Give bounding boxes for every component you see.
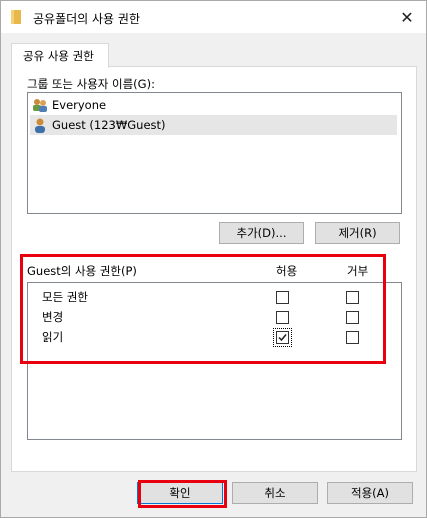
permissions-title: Guest의 사용 권한(P) xyxy=(27,264,137,278)
list-item-everyone[interactable]: Everyone xyxy=(30,95,397,115)
change-allow-checkbox[interactable] xyxy=(276,311,289,324)
tab-share-permissions[interactable]: 공유 사용 권한 xyxy=(11,43,109,68)
deny-header: 거부 xyxy=(347,264,369,278)
user-name: Everyone xyxy=(52,98,107,112)
remove-button[interactable]: 제거(R) xyxy=(315,222,400,244)
read-deny-checkbox[interactable] xyxy=(346,331,359,344)
ok-button[interactable]: 확인 xyxy=(137,482,223,504)
full-control-allow-checkbox[interactable] xyxy=(276,291,289,304)
read-allow-checkbox[interactable] xyxy=(273,328,292,347)
list-item-guest[interactable]: Guest (123₩Guest) xyxy=(30,115,397,135)
check-icon xyxy=(278,334,287,342)
user-icon xyxy=(32,117,48,133)
close-button[interactable]: ✕ xyxy=(393,5,421,29)
user-list[interactable]: Everyone Guest (123₩Guest) xyxy=(27,92,402,214)
tab-label: 공유 사용 권한 xyxy=(23,49,94,63)
share-permissions-dialog: 공유폴더의 사용 권한 ✕ 공유 사용 권한 그룹 또는 사용자 이름(G): … xyxy=(0,0,427,518)
close-icon: ✕ xyxy=(400,7,414,27)
permissions-panel: 그룹 또는 사용자 이름(G): Everyone Guest (123₩Gue… xyxy=(11,66,417,472)
permission-full-control: 모든 권한 xyxy=(42,290,88,304)
add-button[interactable]: 추가(D)... xyxy=(219,222,304,244)
full-control-deny-checkbox[interactable] xyxy=(346,291,359,304)
window-title: 공유폴더의 사용 권한 xyxy=(33,12,140,26)
allow-header: 허용 xyxy=(276,264,298,278)
apply-button[interactable]: 적용(A) xyxy=(327,482,413,504)
change-deny-checkbox[interactable] xyxy=(346,311,359,324)
user-name: Guest (123₩Guest) xyxy=(52,118,166,132)
title-bar: 공유폴더의 사용 권한 ✕ xyxy=(1,1,426,33)
folder-icon xyxy=(11,10,21,24)
permissions-list: 모든 권한 변경 읽기 xyxy=(27,282,402,440)
cancel-button[interactable]: 취소 xyxy=(232,482,318,504)
groups-label: 그룹 또는 사용자 이름(G): xyxy=(27,77,155,91)
permission-change: 변경 xyxy=(42,310,64,324)
group-users-icon xyxy=(32,97,48,113)
permission-read: 읽기 xyxy=(42,330,64,344)
